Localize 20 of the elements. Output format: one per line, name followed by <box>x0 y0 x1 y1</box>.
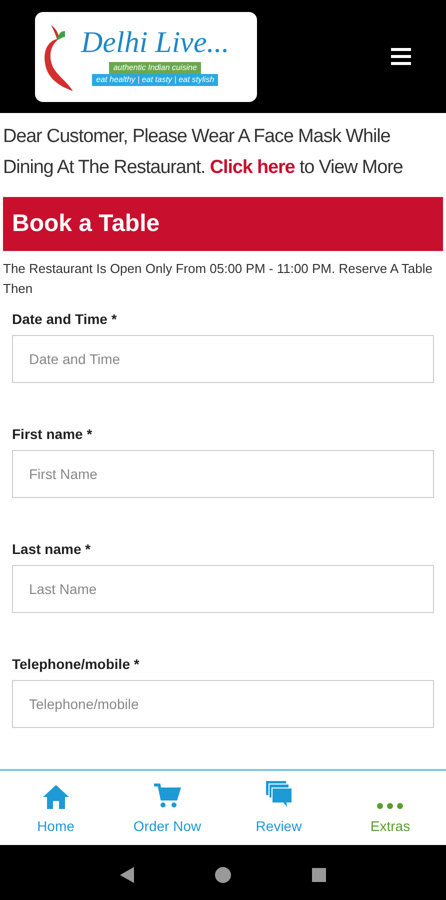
field-label: Telephone/mobile * <box>12 655 140 674</box>
input-field[interactable]: Telephone/mobile <box>12 680 434 728</box>
input-field[interactable]: Last Name <box>12 565 434 613</box>
input-field[interactable]: First Name <box>12 450 434 498</box>
nav-tab[interactable]: Home <box>0 771 112 845</box>
field-label: Last name * <box>12 540 92 559</box>
nav-tab[interactable]: Order Now <box>112 771 223 845</box>
logo[interactable]: Delhi Live... authentic Indian cuisine eat healthy | eat tasty | eat stylish <box>35 12 257 102</box>
input-field[interactable]: Date and Time <box>12 335 434 383</box>
logo-tagline: authentic Indian cuisine <box>109 62 201 74</box>
logo-title: Delhi Live... <box>81 28 230 58</box>
click-here-link[interactable]: Click here <box>210 157 295 178</box>
field-label: First name * <box>12 425 94 444</box>
logo-motto: eat healthy | eat tasty | eat stylish <box>92 74 218 86</box>
nav-tab[interactable]: Review <box>223 771 334 845</box>
nav-tab[interactable]: Extras <box>334 771 446 845</box>
notice-text: Dear Customer, Please Wear A Face Mask While Dining At The Restaurant. Click here to View More <box>2 125 404 180</box>
field-label: Date and Time * <box>12 310 118 329</box>
hours-text: The Restaurant Is Open Only From 05:00 PM - 11:00 PM. Reserve A Table Then <box>2 260 434 298</box>
book-table-banner: Book a Table <box>3 197 443 251</box>
